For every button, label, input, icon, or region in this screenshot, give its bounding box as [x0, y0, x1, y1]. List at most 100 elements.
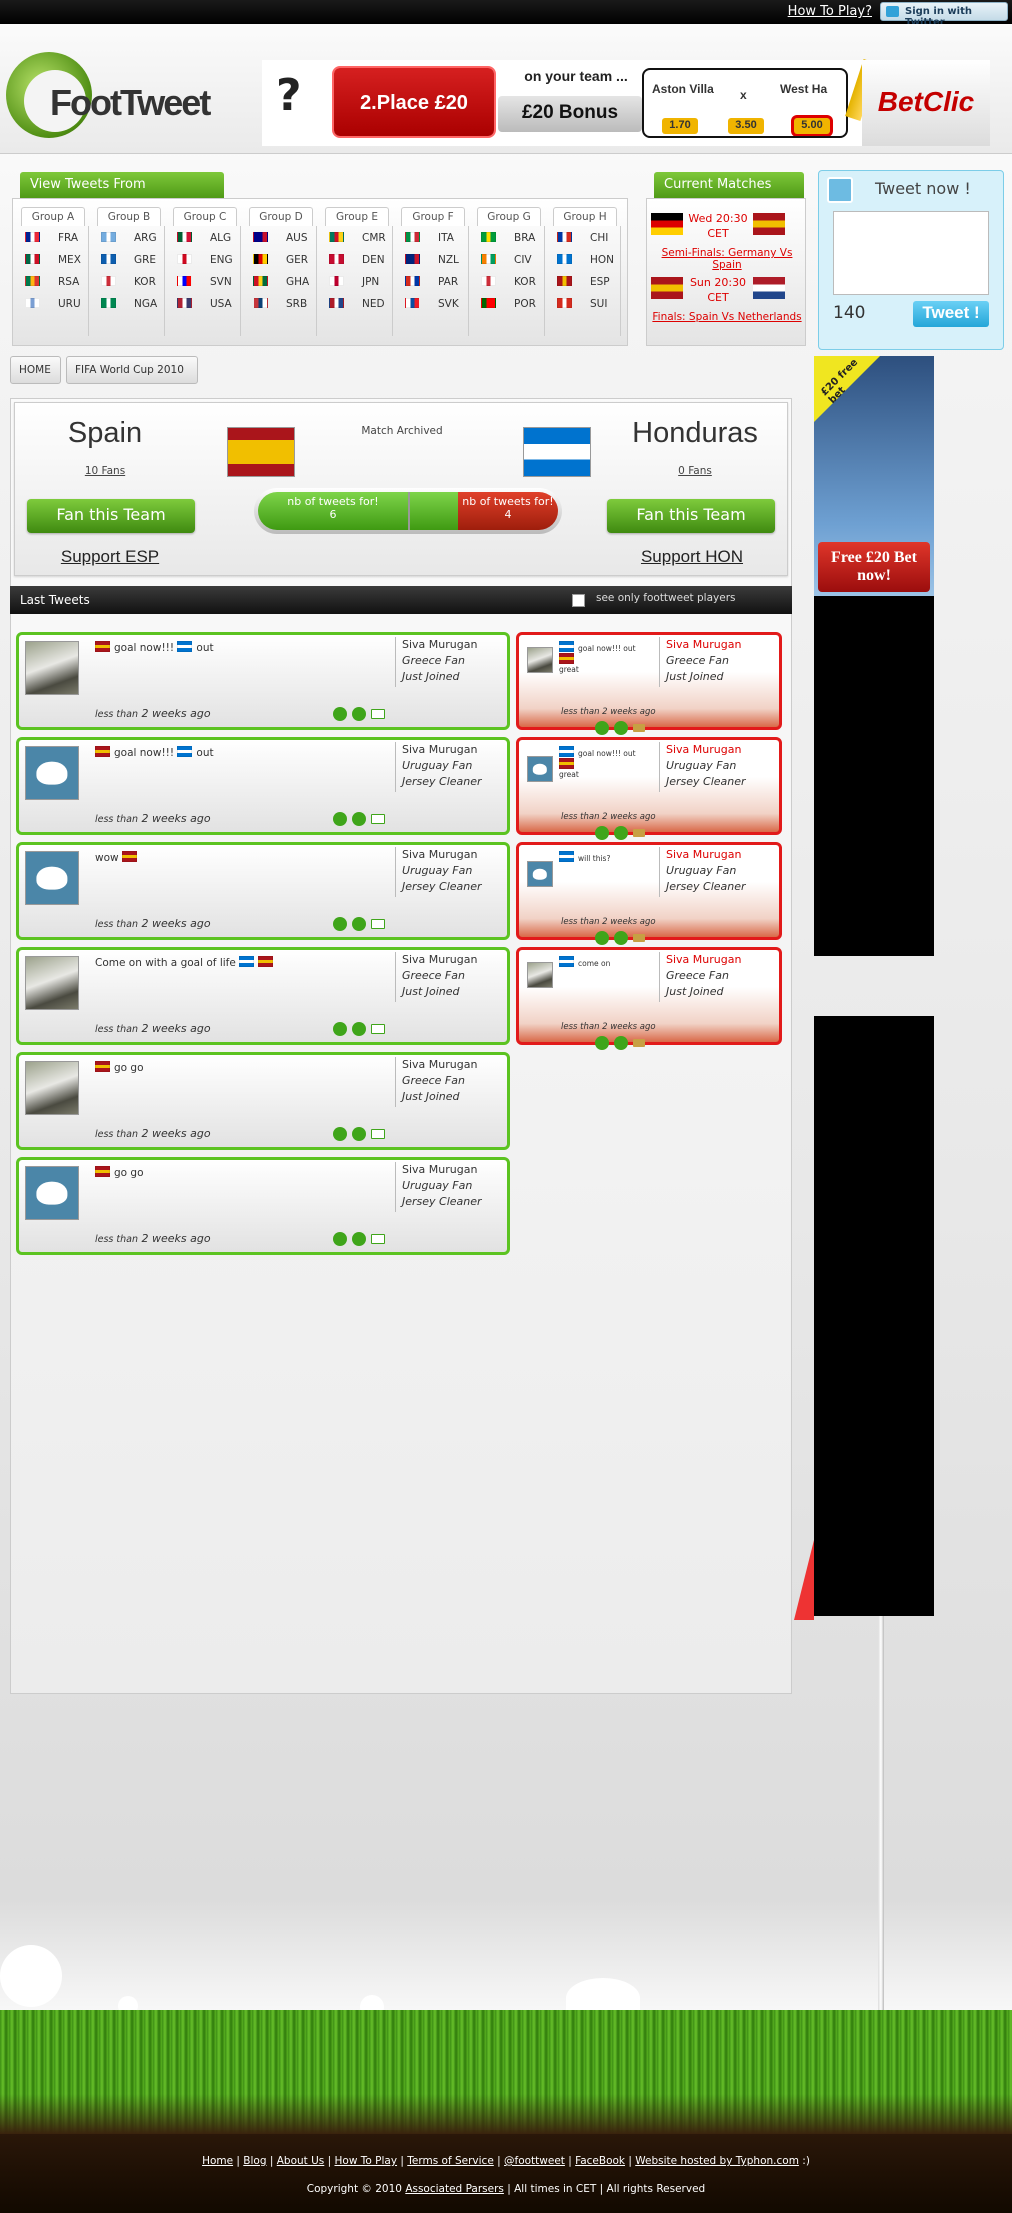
reply-icon[interactable] — [333, 1127, 347, 1141]
user-name[interactable]: Siva Murugan — [402, 847, 482, 863]
logo[interactable]: FootTweet — [50, 82, 211, 124]
avatar[interactable] — [25, 956, 79, 1010]
team-link[interactable]: SVN — [169, 272, 240, 294]
mail-icon[interactable] — [371, 814, 385, 824]
avatar[interactable] — [25, 1166, 79, 1220]
team-link[interactable]: FRA — [17, 228, 88, 250]
team-link[interactable]: GRE — [93, 250, 164, 272]
team-link[interactable]: URU — [17, 294, 88, 316]
user-name[interactable]: Siva Murugan — [402, 742, 482, 758]
support-team1-link[interactable]: Support ESP — [15, 547, 205, 567]
retweet-icon[interactable] — [352, 812, 366, 826]
breadcrumb-home[interactable]: HOME — [10, 356, 61, 384]
group-tab[interactable]: Group C — [173, 207, 237, 226]
odd-home[interactable]: 1.70 — [662, 118, 698, 134]
mail-icon[interactable] — [371, 1024, 385, 1034]
team-link[interactable]: MEX — [17, 250, 88, 272]
flag-action-icon[interactable] — [633, 724, 645, 732]
avatar[interactable] — [527, 962, 553, 988]
free-bet-button[interactable]: Free £20 Bet now! — [818, 542, 930, 592]
group-tab[interactable]: Group D — [249, 207, 313, 226]
banner-ad[interactable]: ? 2.Place £20 on your team ... £20 Bonus… — [262, 58, 990, 146]
retweet-icon[interactable] — [352, 1127, 366, 1141]
mail-icon[interactable] — [371, 709, 385, 719]
user-name[interactable]: Siva Murugan — [666, 952, 741, 968]
retweet-icon[interactable] — [352, 917, 366, 931]
company-link[interactable]: Associated Parsers — [405, 2183, 504, 2195]
ad-match-odds[interactable]: Aston Villa x West Ha 1.70 3.50 5.00 — [642, 68, 848, 138]
retweet-icon[interactable] — [614, 721, 628, 735]
group-tab[interactable]: Group G — [477, 207, 541, 226]
side-ad-2[interactable] — [814, 1016, 934, 1616]
team-link[interactable]: KOR — [473, 272, 544, 294]
match-link[interactable]: Semi-Finals: Germany Vs Spain — [647, 247, 807, 271]
team-link[interactable]: SRB — [245, 294, 316, 316]
team-link[interactable]: PAR — [397, 272, 468, 294]
side-ad[interactable]: £20 free bet Free £20 Bet now! — [814, 356, 934, 956]
reply-icon[interactable] — [595, 931, 609, 945]
team-link[interactable]: CIV — [473, 250, 544, 272]
user-name[interactable]: Siva Murugan — [402, 637, 477, 653]
team-link[interactable]: POR — [473, 294, 544, 316]
footer-link[interactable]: Terms of Service — [407, 2155, 494, 2167]
footer-link[interactable]: Home — [202, 2155, 233, 2167]
retweet-icon[interactable] — [614, 931, 628, 945]
team-link[interactable]: HON — [549, 250, 620, 272]
user-name[interactable]: Siva Murugan — [666, 637, 741, 653]
reply-icon[interactable] — [333, 812, 347, 826]
team-link[interactable]: ESP — [549, 272, 620, 294]
how-to-play-link[interactable]: How To Play? — [788, 4, 872, 19]
flag-action-icon[interactable] — [633, 934, 645, 942]
team-link[interactable]: ITA — [397, 228, 468, 250]
footer-link[interactable]: How To Play — [335, 2155, 398, 2167]
group-tab[interactable]: Group H — [553, 207, 617, 226]
group-tab[interactable]: Group B — [97, 207, 161, 226]
support-team2-link[interactable]: Support HON — [597, 547, 787, 567]
odd-draw[interactable]: 3.50 — [728, 118, 764, 134]
reply-icon[interactable] — [333, 1022, 347, 1036]
match-link[interactable]: Finals: Spain Vs Netherlands — [647, 311, 807, 323]
avatar[interactable] — [527, 647, 553, 673]
footer-link[interactable]: FaceBook — [575, 2155, 625, 2167]
reply-icon[interactable] — [333, 1232, 347, 1246]
team-link[interactable]: NGA — [93, 294, 164, 316]
retweet-icon[interactable] — [352, 1022, 366, 1036]
retweet-icon[interactable] — [614, 826, 628, 840]
user-name[interactable]: Siva Murugan — [666, 847, 746, 863]
reply-icon[interactable] — [595, 826, 609, 840]
group-tab[interactable]: Group A — [21, 207, 85, 226]
avatar[interactable] — [527, 756, 553, 782]
players-only-checkbox[interactable] — [572, 594, 585, 607]
reply-icon[interactable] — [333, 917, 347, 931]
team-link[interactable]: CHI — [549, 228, 620, 250]
user-name[interactable]: Siva Murugan — [402, 1162, 482, 1178]
team-link[interactable]: ARG — [93, 228, 164, 250]
avatar[interactable] — [25, 851, 79, 905]
team-link[interactable]: NED — [321, 294, 392, 316]
retweet-icon[interactable] — [352, 1232, 366, 1246]
breadcrumb-section[interactable]: FIFA World Cup 2010 — [66, 356, 198, 384]
reply-icon[interactable] — [595, 721, 609, 735]
footer-link[interactable]: Website hosted by Typhon.com — [635, 2155, 799, 2167]
group-tab[interactable]: Group E — [325, 207, 389, 226]
avatar[interactable] — [25, 1061, 79, 1115]
team-link[interactable]: AUS — [245, 228, 316, 250]
fan-team1-button[interactable]: Fan this Team — [27, 499, 195, 533]
fan-team2-button[interactable]: Fan this Team — [607, 499, 775, 533]
betclic-logo[interactable]: BetClic — [862, 60, 990, 146]
team-link[interactable]: BRA — [473, 228, 544, 250]
tweet-textarea[interactable] — [833, 211, 989, 295]
team-link[interactable]: SVK — [397, 294, 468, 316]
user-name[interactable]: Siva Murugan — [402, 1057, 477, 1073]
flag-action-icon[interactable] — [633, 1039, 645, 1047]
retweet-icon[interactable] — [352, 707, 366, 721]
user-name[interactable]: Siva Murugan — [666, 742, 746, 758]
footer-link[interactable]: @foottweet — [504, 2155, 565, 2167]
team-link[interactable]: KOR — [93, 272, 164, 294]
team1-fans[interactable]: 10 Fans — [15, 465, 195, 477]
mail-icon[interactable] — [371, 919, 385, 929]
team-link[interactable]: RSA — [17, 272, 88, 294]
team-link[interactable]: DEN — [321, 250, 392, 272]
footer-link[interactable]: About Us — [277, 2155, 325, 2167]
team-link[interactable]: GER — [245, 250, 316, 272]
